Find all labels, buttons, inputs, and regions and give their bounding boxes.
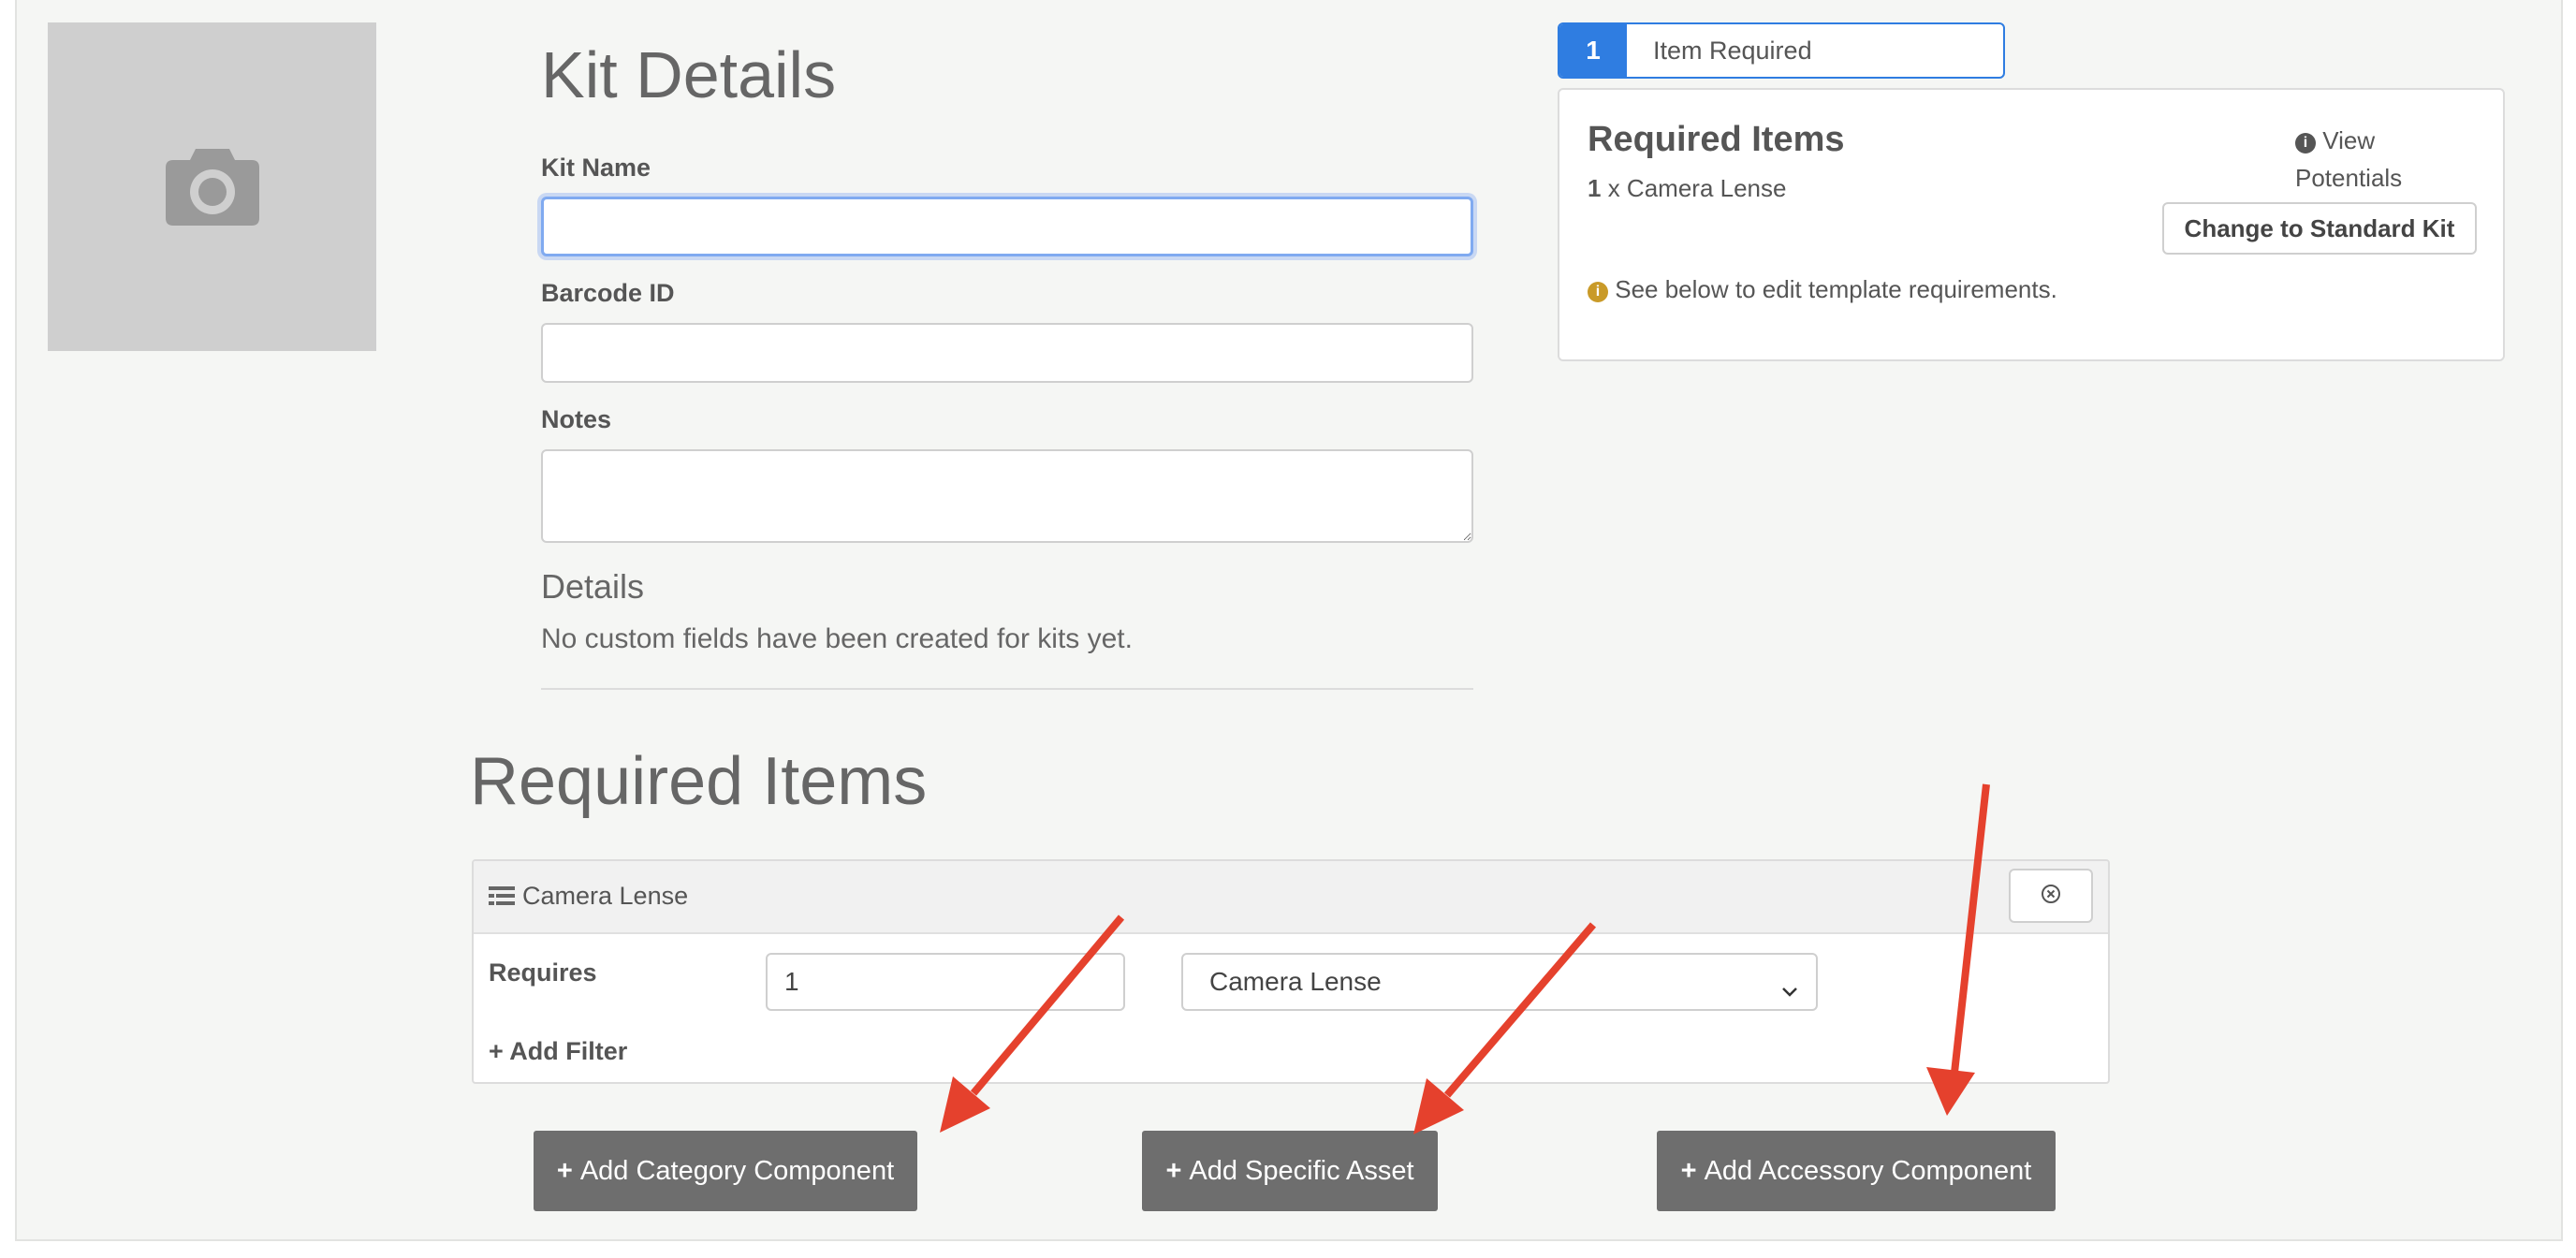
- arrow-to-specific-asset: [1413, 922, 1597, 1134]
- arrow-to-category: [940, 914, 1125, 1133]
- arrow-to-accessory: [1926, 783, 1990, 1116]
- annotation-arrows: [940, 783, 1990, 1134]
